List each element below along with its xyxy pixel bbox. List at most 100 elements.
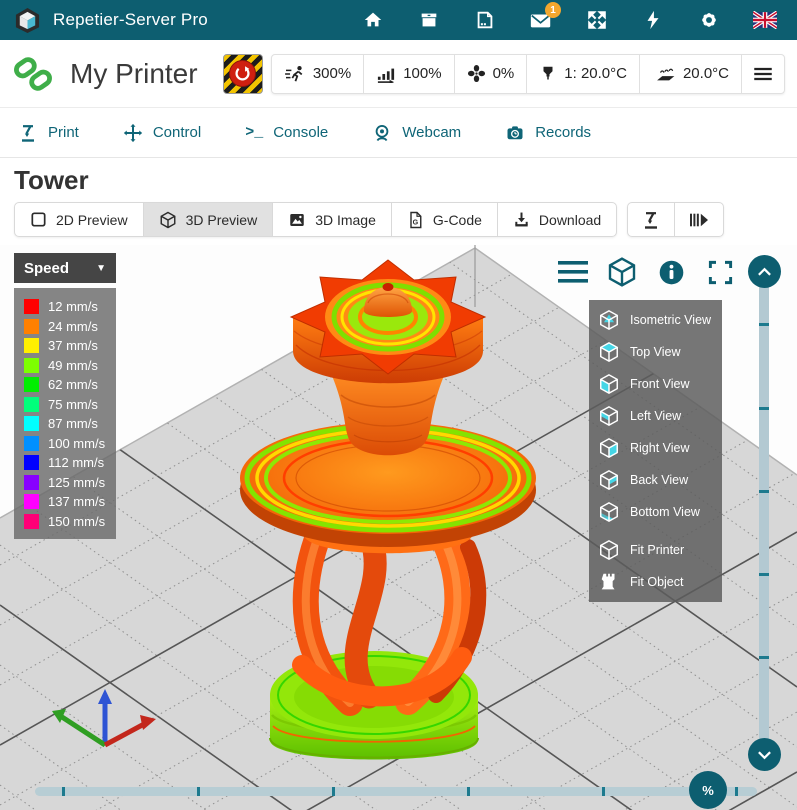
slider-tick xyxy=(759,407,769,410)
flow-value: 100% xyxy=(403,65,441,82)
tab-print-label: Print xyxy=(48,124,79,141)
slider-tick xyxy=(467,787,470,796)
job-title: Tower xyxy=(0,158,797,202)
chevron-down-icon: ▼ xyxy=(96,263,106,274)
subtab-gcode-label: G-Code xyxy=(433,212,482,228)
menu-item-isometric-view[interactable]: Isometric View xyxy=(589,304,722,336)
info-icon[interactable] xyxy=(654,255,688,289)
legend-item: 12 mm/s xyxy=(24,297,116,317)
extruder-temp-button[interactable]: 1: 20.0°C xyxy=(526,54,640,94)
fullscreen-icon[interactable] xyxy=(703,255,737,289)
control-arrows-icon xyxy=(123,123,143,143)
slider-tick xyxy=(332,787,335,796)
chevron-down-icon xyxy=(757,750,772,760)
message-count-badge: 1 xyxy=(545,2,561,18)
menu-item-right-view[interactable]: Right View xyxy=(589,432,722,464)
tab-records-label: Records xyxy=(535,124,591,141)
connections-bolt-icon[interactable] xyxy=(641,8,665,32)
speed-legend: Speed ▼ 12 mm/s 24 mm/s 37 mm/s 49 mm/s … xyxy=(14,253,116,539)
repetier-logo-icon xyxy=(14,7,41,34)
subtab-3d-label: 3D Preview xyxy=(186,212,258,228)
expand-arrows-icon[interactable] xyxy=(585,8,609,32)
legend-item: 137 mm/s xyxy=(24,492,116,512)
isometric-cube-icon xyxy=(598,309,620,331)
subtab-download[interactable]: Download xyxy=(497,202,617,237)
slider-tick xyxy=(197,787,200,796)
speed-multiplier-button[interactable]: 300% xyxy=(271,54,364,94)
layer-down-button[interactable] xyxy=(748,738,781,771)
extruder-icon xyxy=(539,64,557,83)
tab-console[interactable]: >_ Console xyxy=(245,124,328,141)
bed-temp-button[interactable]: 20.0°C xyxy=(639,54,742,94)
menu-item-top-view[interactable]: Top View xyxy=(589,336,722,368)
bed-temp-value: 20.0°C xyxy=(683,65,729,82)
view-cube-icon[interactable] xyxy=(605,255,639,289)
webcam-icon xyxy=(372,123,392,143)
flow-multiplier-button[interactable]: 100% xyxy=(363,54,454,94)
progress-slider[interactable] xyxy=(35,787,757,796)
settings-gear-icon[interactable] xyxy=(697,8,721,32)
subtab-3d-preview[interactable]: 3D Preview xyxy=(143,202,274,237)
legend-mode-dropdown[interactable]: Speed ▼ xyxy=(14,253,116,283)
emergency-stop-icon xyxy=(229,60,256,87)
menu-item-front-view[interactable]: Front View xyxy=(589,368,722,400)
slider-tick xyxy=(602,787,605,796)
legend-item: 112 mm/s xyxy=(24,453,116,473)
fan-icon xyxy=(467,64,486,83)
back-face-cube-icon xyxy=(598,469,620,491)
gcode-3d-viewport[interactable]: Speed ▼ 12 mm/s 24 mm/s 37 mm/s 49 mm/s … xyxy=(0,245,797,810)
slider-tick xyxy=(735,787,738,796)
library-box-icon[interactable] xyxy=(417,8,441,32)
menu-item-fit-printer[interactable]: Fit Printer xyxy=(589,534,722,566)
legend-swatch xyxy=(24,436,39,451)
layer-up-button[interactable] xyxy=(748,255,781,288)
legend-title: Speed xyxy=(24,260,69,277)
wireframe-cube-icon xyxy=(598,539,620,561)
home-icon[interactable] xyxy=(361,8,385,32)
printer-icon xyxy=(641,210,661,230)
tab-print[interactable]: Print xyxy=(18,123,79,143)
printer-tabs: Print Control >_ Console Webcam Records xyxy=(0,108,797,158)
legend-swatch xyxy=(24,514,39,529)
layer-animation-button[interactable] xyxy=(674,202,724,237)
percent-mode-button[interactable]: % xyxy=(689,771,727,809)
printer-menu-button[interactable] xyxy=(741,54,785,94)
manuals-book-icon[interactable] xyxy=(473,8,497,32)
preview-toolbar: 2D Preview 3D Preview 3D Image G G-Code xyxy=(0,202,797,245)
slider-tick xyxy=(62,787,65,796)
emergency-stop-button[interactable] xyxy=(223,54,263,94)
tab-webcam[interactable]: Webcam xyxy=(372,123,461,143)
download-icon xyxy=(513,211,530,228)
bottom-face-cube-icon xyxy=(598,501,620,523)
fan-value: 0% xyxy=(493,65,515,82)
messages-mail-icon[interactable]: 1 xyxy=(529,8,553,32)
menu-item-fit-object[interactable]: Fit Object xyxy=(589,566,722,598)
flow-bars-icon xyxy=(376,65,396,83)
subtab-gcode[interactable]: G G-Code xyxy=(391,202,498,237)
tab-control[interactable]: Control xyxy=(123,123,201,143)
image-icon xyxy=(288,211,306,229)
legend-swatch xyxy=(24,494,39,509)
printer-name: My Printer xyxy=(70,58,198,90)
menu-item-left-view[interactable]: Left View xyxy=(589,400,722,432)
menu-item-back-view[interactable]: Back View xyxy=(589,464,722,496)
legend-swatch xyxy=(24,338,39,353)
legend-item: 125 mm/s xyxy=(24,473,116,493)
subtab-3d-image[interactable]: 3D Image xyxy=(272,202,392,237)
send-to-printer-button[interactable] xyxy=(627,202,675,237)
slider-tick xyxy=(759,490,769,493)
gcode-file-icon: G xyxy=(407,211,424,229)
tab-console-label: Console xyxy=(273,124,328,141)
records-camera-icon xyxy=(505,123,525,143)
speed-value: 300% xyxy=(313,65,351,82)
printer-header: My Printer 300% 100% xyxy=(0,40,797,108)
tab-records[interactable]: Records xyxy=(505,123,591,143)
svg-text:G: G xyxy=(413,218,419,226)
fan-speed-button[interactable]: 0% xyxy=(454,54,528,94)
language-flag-icon[interactable] xyxy=(753,8,777,32)
menu-item-bottom-view[interactable]: Bottom View xyxy=(589,496,722,528)
layer-slider[interactable] xyxy=(759,271,769,755)
subtab-2d-preview[interactable]: 2D Preview xyxy=(14,202,144,237)
legend-swatch xyxy=(24,455,39,470)
viewer-menu-icon[interactable] xyxy=(556,255,590,289)
